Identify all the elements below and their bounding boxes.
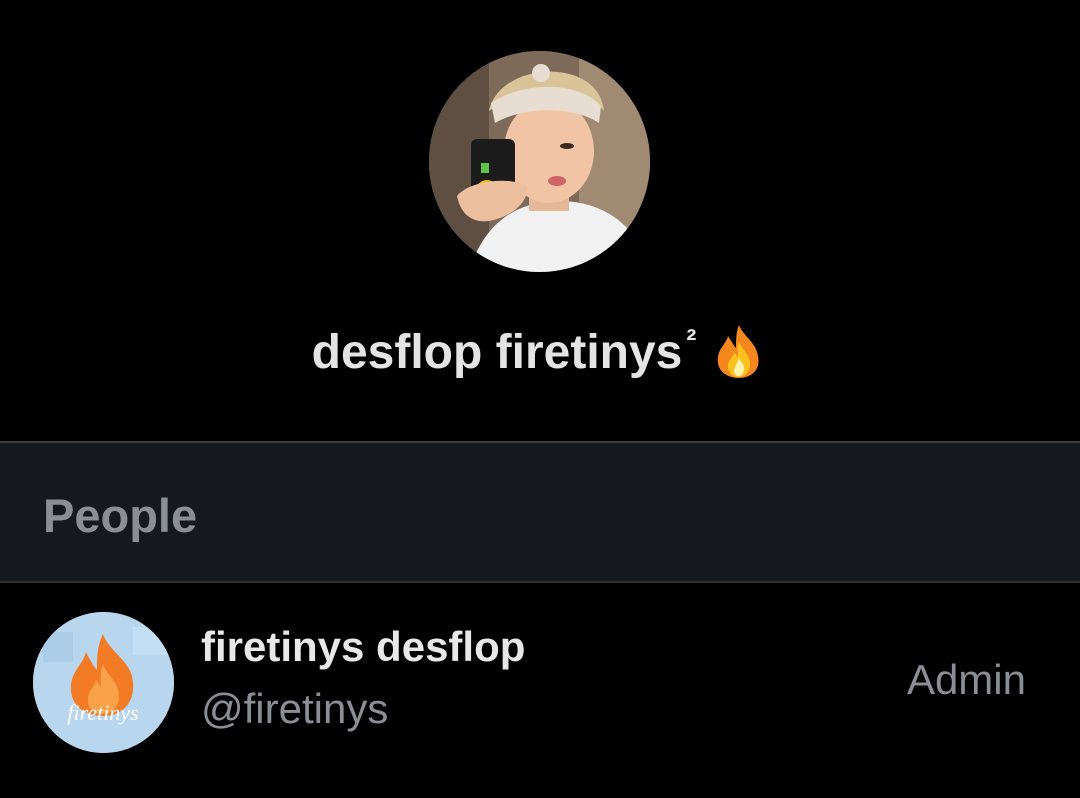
people-section-title: People (43, 489, 198, 542)
member-handle: @firetinys (201, 685, 389, 732)
group-title-text: desflop firetinys (311, 326, 683, 379)
group-avatar[interactable] (429, 51, 650, 272)
member-row[interactable]: firetinys firetinys desflop @firetinys A… (0, 583, 1080, 798)
member-role-badge: Admin (906, 656, 1026, 703)
member-avatar[interactable]: firetinys (33, 612, 174, 753)
member-display-name: firetinys desflop (201, 623, 526, 670)
firetinys-logo-icon: firetinys (33, 612, 174, 753)
firetinys-logo-text: firetinys (67, 700, 138, 725)
group-title: desflop firetinys ² (0, 322, 1080, 380)
profile-photo-icon (429, 51, 650, 272)
group-header: desflop firetinys ² (0, 0, 1080, 441)
group-title-suffix: ² (686, 324, 697, 357)
fire-icon (718, 325, 759, 378)
